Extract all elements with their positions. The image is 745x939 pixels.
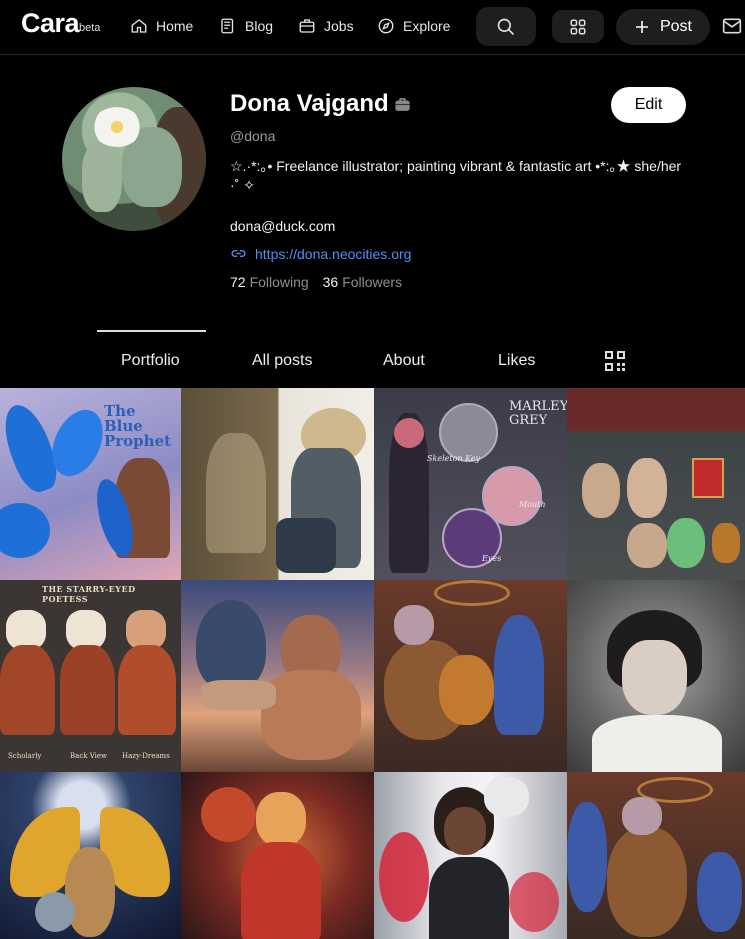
follow-stats: 72 Following 36 Followers (230, 274, 406, 290)
profile-name: Dona Vajgand (230, 90, 389, 117)
website-url: https://dona.neocities.org (255, 245, 412, 262)
caption-back-view: Back View (70, 752, 108, 760)
portfolio-item-blue-prophet[interactable]: The Blue Prophet (0, 388, 181, 580)
edit-profile-button[interactable]: Edit (611, 87, 686, 123)
nav-blog[interactable]: Blog (219, 17, 273, 35)
portfolio-item-marley-grey[interactable]: MARLEY GREY Skeleton Key Mouth Eyes (374, 388, 567, 580)
caption-blue-prophet: The Blue Prophet (104, 402, 172, 450)
nav-jobs[interactable]: Jobs (298, 17, 354, 35)
tab-portfolio[interactable]: Portfolio (121, 352, 180, 370)
profile-username: @dona (230, 128, 276, 144)
portfolio-item-sun-goddess[interactable] (181, 772, 374, 939)
nav-blog-label: Blog (245, 18, 274, 34)
briefcase-icon (299, 19, 315, 33)
following-label[interactable]: Following (250, 274, 309, 290)
post-button-label: Post (659, 18, 692, 35)
tab-all-posts[interactable]: All posts (252, 352, 312, 370)
beta-badge: beta (79, 22, 101, 34)
caption-eyes: Eyes (482, 554, 502, 563)
tab-likes[interactable]: Likes (498, 352, 535, 370)
nav-home[interactable]: Home (130, 17, 193, 35)
portfolio-item-sketch-couple[interactable] (181, 388, 374, 580)
nav-jobs-label: Jobs (324, 18, 354, 34)
grid-icon (570, 19, 586, 34)
caption-poetess: THE STARRY-EYED POETESS (42, 584, 136, 604)
followers-label[interactable]: Followers (342, 274, 402, 290)
search-icon (497, 18, 515, 35)
portfolio-item-tavern-creatures[interactable] (374, 580, 567, 772)
apps-button[interactable] (552, 10, 604, 43)
caption-marley-grey: MARLEY GREY (509, 399, 567, 428)
profile-bio: ☆.·*:｡• Freelance illustrator; painting … (230, 158, 682, 193)
active-tab-indicator (97, 330, 206, 332)
plus-icon (635, 21, 648, 33)
caption-hazy-dreams: Hazy-Dreams (122, 752, 170, 760)
portfolio-item-girl-with-cat[interactable] (374, 772, 567, 939)
portfolio-grid: The Blue Prophet MARLEY GREY Skeleton Ke… (0, 388, 745, 939)
portfolio-item-cardinal-busts[interactable] (567, 388, 745, 580)
post-button[interactable]: Post (616, 9, 710, 45)
portfolio-item-portrait-boy[interactable] (567, 580, 745, 772)
portfolio-item-starry-eyed-poetess[interactable]: THE STARRY-EYED POETESS Scholarly Back V… (0, 580, 181, 772)
compass-icon (378, 18, 394, 34)
avatar-lily-shape (92, 107, 142, 147)
home-icon (131, 19, 147, 33)
top-bar: Cara beta Home Blog Jobs Explore Post (0, 0, 745, 55)
caption-scholarly: Scholarly (8, 752, 42, 760)
profile-email: dona@duck.com (230, 218, 336, 234)
caption-skeleton-key: Skeleton Key (427, 454, 481, 463)
briefcase-badge-icon (395, 98, 410, 111)
nav-explore-label: Explore (403, 18, 451, 34)
qr-code-icon[interactable] (605, 351, 625, 371)
mail-icon[interactable] (722, 17, 742, 35)
link-icon (231, 249, 246, 258)
profile-avatar (62, 87, 206, 231)
followers-count[interactable]: 36 (323, 274, 339, 290)
following-count[interactable]: 72 (230, 274, 246, 290)
search-button[interactable] (476, 7, 536, 46)
portfolio-item-gramophone[interactable] (181, 580, 374, 772)
portfolio-item-tavern-creatures-2[interactable] (567, 772, 745, 939)
portfolio-item-golden-wings[interactable] (0, 772, 181, 939)
profile-website-link[interactable]: https://dona.neocities.org (230, 245, 411, 262)
nav-home-label: Home (156, 18, 194, 34)
avatar-hand-shape (82, 142, 122, 212)
nav-explore[interactable]: Explore (377, 17, 450, 35)
tab-about[interactable]: About (383, 352, 425, 370)
blog-icon (221, 18, 234, 34)
caption-mouth: Mouth (519, 500, 546, 509)
cara-logo[interactable]: Cara (21, 8, 80, 39)
